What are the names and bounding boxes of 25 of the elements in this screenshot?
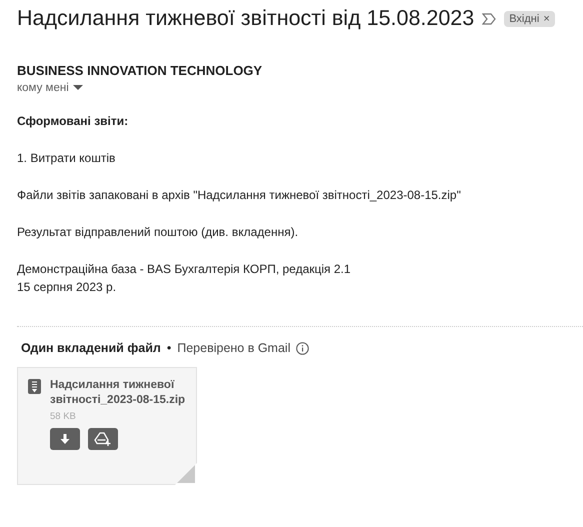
- scan-status: Перевірено в Gmail: [177, 341, 290, 355]
- attachment-size: 58 KB: [50, 411, 77, 422]
- body-paragraph: Результат відправлений поштою (див. вкладення).: [17, 224, 300, 241]
- attachment-name: Надсилання тижневої звітності_2023-08-15.zip: [50, 378, 186, 408]
- dropdown-caret-icon[interactable]: [72, 85, 83, 91]
- add-to-drive-button[interactable]: [88, 428, 118, 450]
- body-paragraph: Демонстраційна база - BAS Бухгалтерія КОРП, редакція 2.1 15 серпня 2023 р.: [17, 261, 352, 296]
- page-curl-icon: [175, 463, 197, 485]
- download-icon: [60, 434, 70, 444]
- sender-name: BUSINESS INNOVATION TECHNOLOGY: [17, 63, 264, 78]
- recipient-text: кому мені: [17, 82, 69, 94]
- importance-marker-icon[interactable]: [482, 12, 496, 24]
- archive-file-icon: [28, 379, 41, 394]
- email-subject: Надсилання тижневої звітності від 15.08.2023: [17, 6, 474, 31]
- attachment-card[interactable]: Надсилання тижневої звітності_2023-08-15.zip 58 KB: [17, 367, 197, 485]
- attachments-title: Один вкладений файл: [21, 341, 161, 355]
- drive-add-icon: [94, 432, 112, 446]
- info-icon[interactable]: [296, 342, 310, 354]
- body-paragraph: Файли звітів запаковані в архів "Надсилання тижневої звітності_2023-08-15.zip": [17, 187, 462, 204]
- body-heading: Сформовані звіти:: [17, 113, 130, 130]
- label-text: Вхідні: [509, 12, 540, 24]
- separator-dot: •: [166, 341, 172, 355]
- remove-label-button[interactable]: ×: [543, 12, 550, 24]
- download-button[interactable]: [50, 428, 80, 450]
- body-paragraph: 1. Витрати коштів: [17, 150, 116, 167]
